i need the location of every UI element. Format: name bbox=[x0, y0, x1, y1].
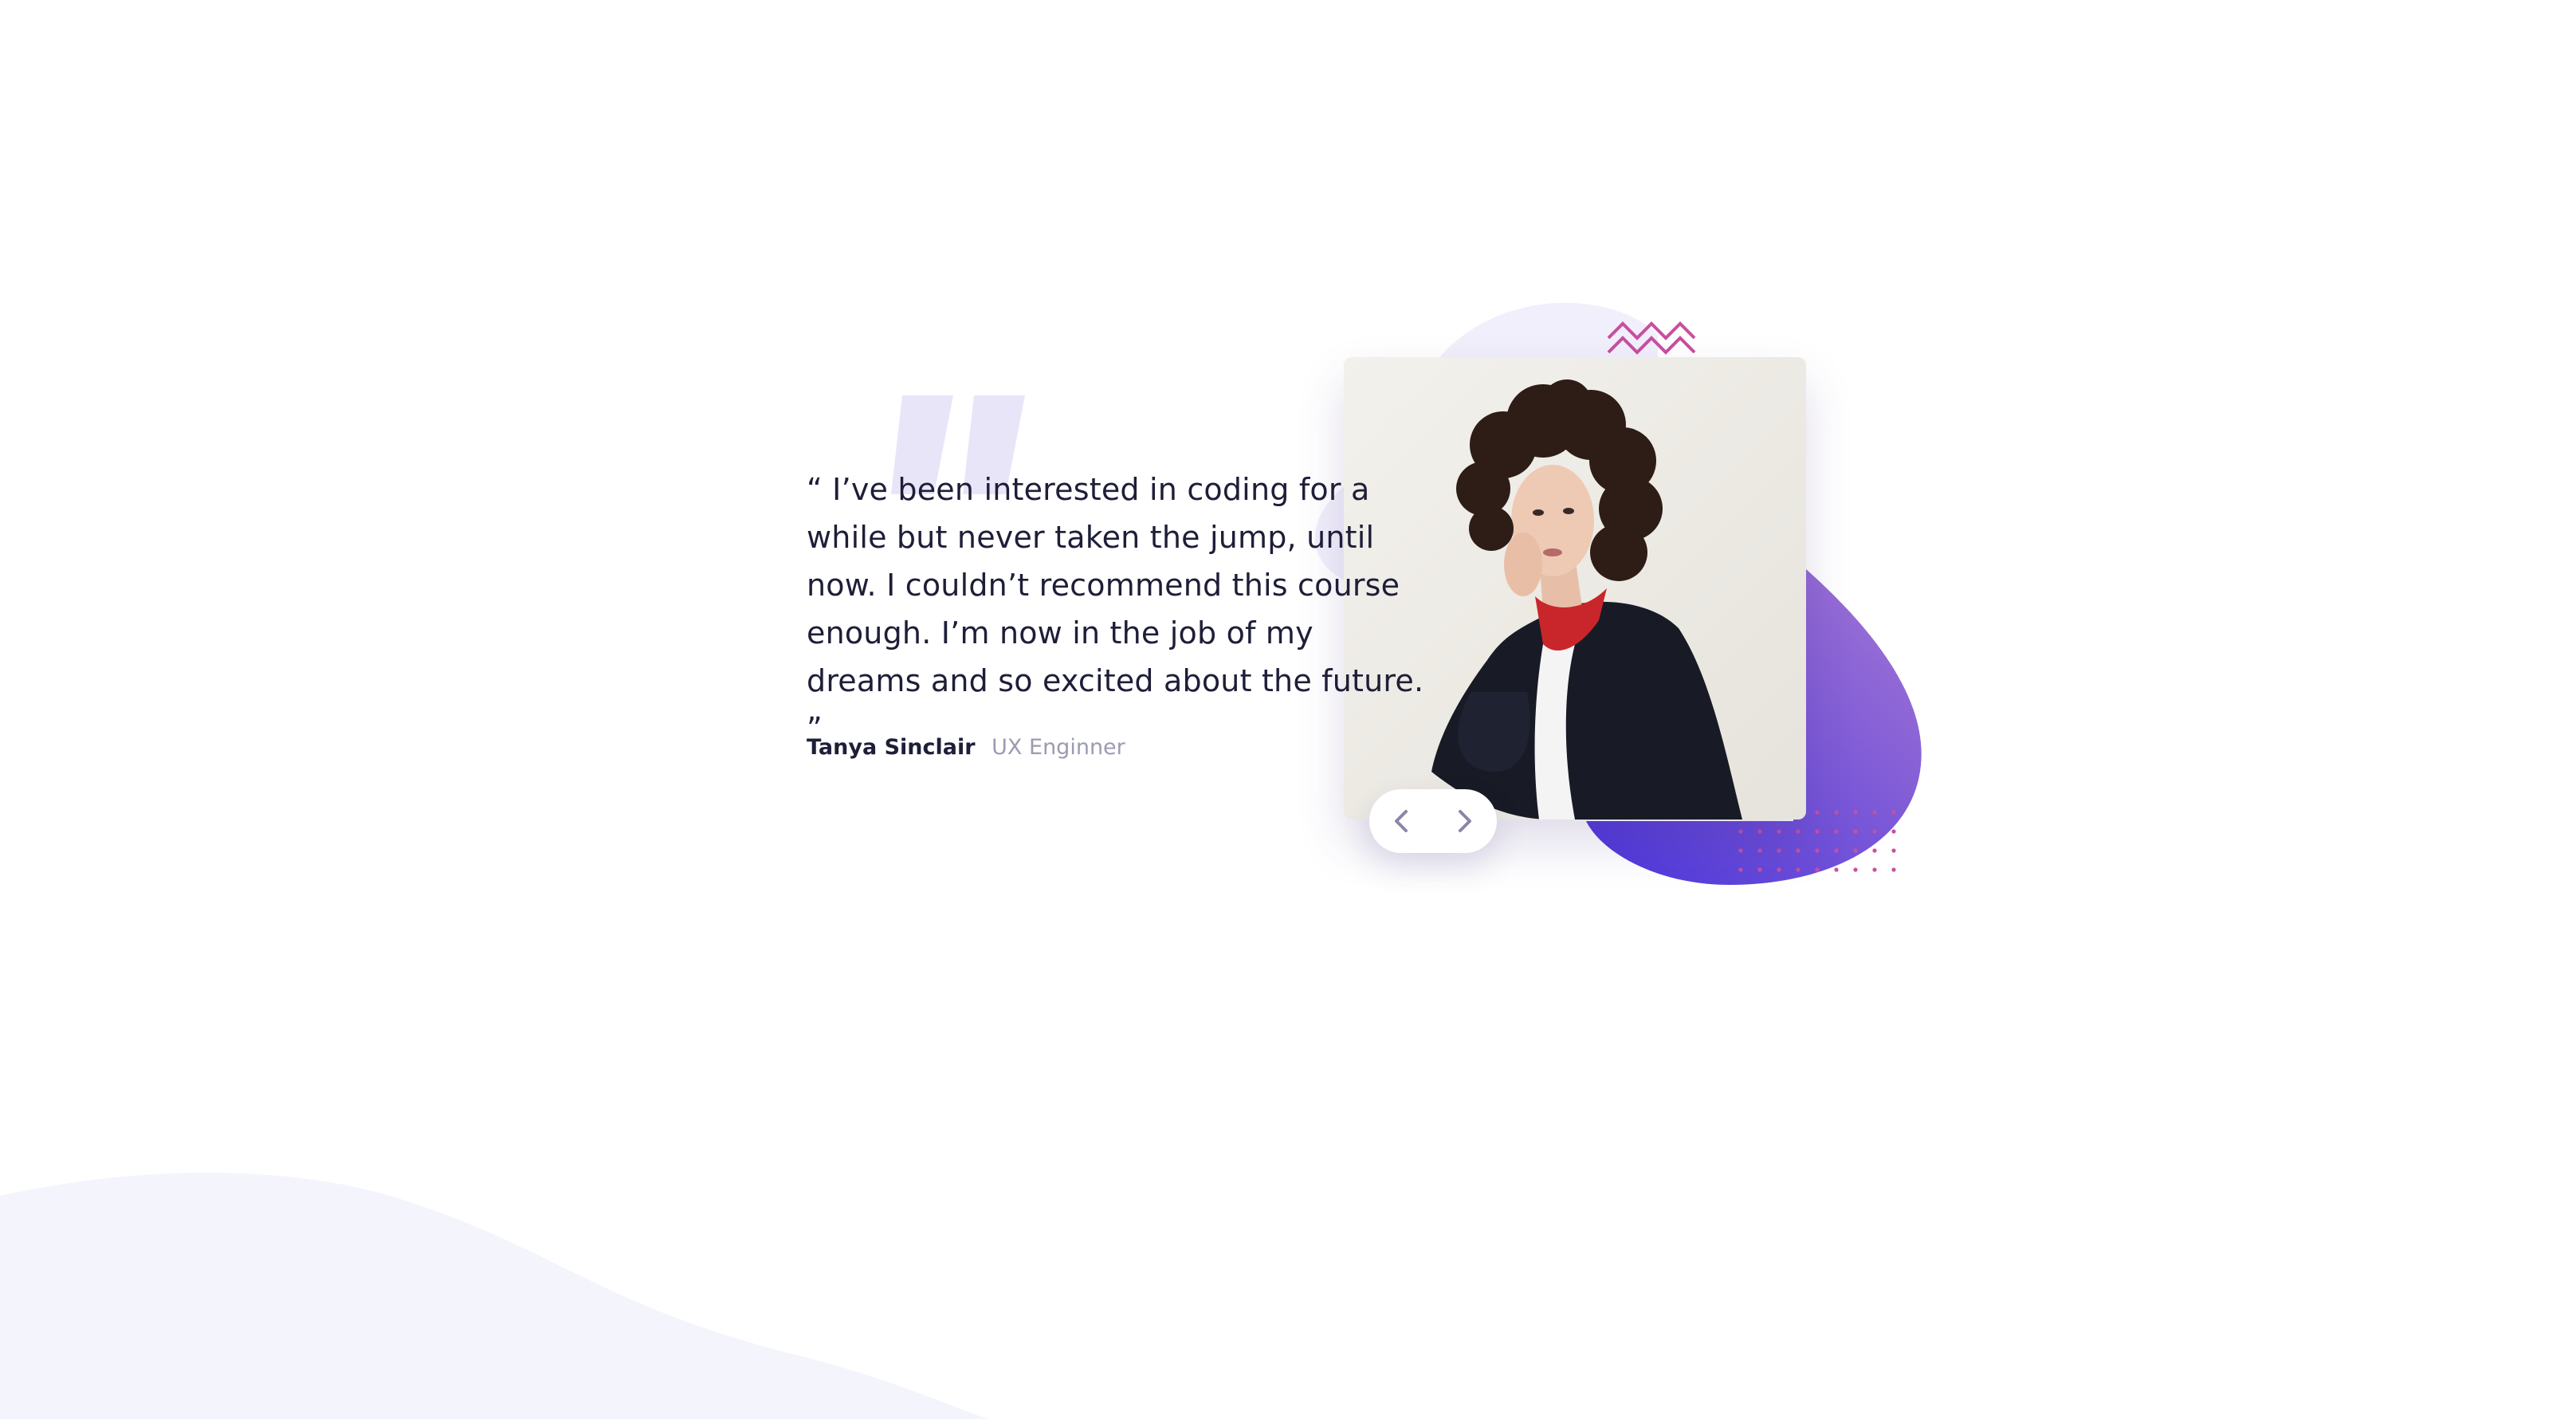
author-role: UX Enginner bbox=[992, 735, 1125, 760]
chevron-left-icon bbox=[1395, 810, 1408, 832]
author-name: Tanya Sinclair bbox=[807, 735, 976, 760]
dot-grid-pattern-icon bbox=[1738, 810, 1901, 877]
testimonial-author: Tanya Sinclair UX Enginner bbox=[807, 732, 1125, 764]
next-button[interactable] bbox=[1433, 789, 1497, 853]
previous-button[interactable] bbox=[1369, 789, 1433, 853]
testimonial-page: “ I’ve been interested in coding for a w… bbox=[0, 0, 2576, 1419]
slider-navigation bbox=[1369, 789, 1497, 853]
testimonial-quote: “ I’ve been interested in coding for a w… bbox=[807, 472, 1424, 746]
chevron-right-icon bbox=[1459, 810, 1471, 832]
